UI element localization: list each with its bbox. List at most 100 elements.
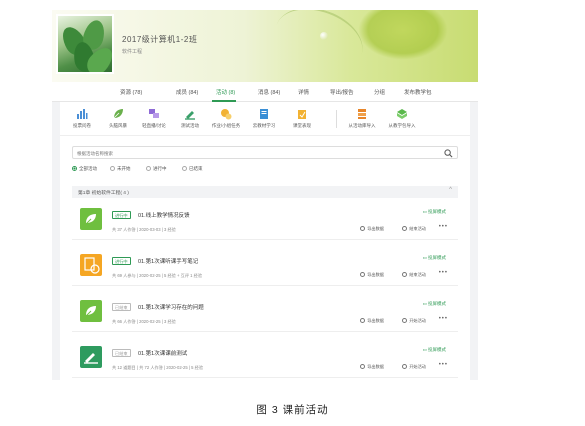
collapse-caret-icon[interactable]: ^ xyxy=(449,187,452,193)
radio-icon xyxy=(182,166,187,171)
chapter-header[interactable]: 第1章 初始软件工程( 4 ) ^ xyxy=(72,186,458,198)
screen-mode-button[interactable]: ▭ 投屏模式 xyxy=(422,255,446,261)
screen-mode-button[interactable]: ▭ 投屏模式 xyxy=(422,209,446,215)
stop-icon xyxy=(402,272,408,277)
screen-mode-label: 投屏模式 xyxy=(428,347,446,352)
activity-meta: 共 37 人作答 | 2020-03-03 | 3 经验 xyxy=(112,227,176,232)
tab-bar: 资源 (78) 成员 (84) 活动 (8) 消息 (84) 详情 导出/报告 … xyxy=(52,82,478,102)
more-options-icon[interactable]: ••• xyxy=(439,316,448,322)
activity-title[interactable]: 01.线上教学情况反馈 xyxy=(138,211,190,219)
tool-label: 云教材学习 xyxy=(252,123,276,128)
tool-label: 课堂表现 xyxy=(293,123,311,128)
activity-card[interactable]: 已结束 01.第1次课学习存在的问题 共 66 人作答 | 2020-02-25… xyxy=(72,294,458,332)
tool-label: 测试活动 xyxy=(181,123,199,128)
brainstorm-icon xyxy=(80,208,102,230)
bar-chart-icon xyxy=(77,109,88,119)
export-icon xyxy=(360,226,366,231)
search-bar xyxy=(72,146,458,159)
app-frame: 2017级计算机1-2班 软件工程 资源 (78) 成员 (84) 活动 (8)… xyxy=(52,10,478,380)
activity-panel: 投票问卷 头脑风暴 轻直播/讨论 测试活动 作业/小组任务 云教材学习 课堂表现… xyxy=(60,102,470,380)
filter-ended[interactable]: 已结束 xyxy=(182,166,203,172)
book-icon xyxy=(260,109,268,119)
action-label: 导出数据 xyxy=(367,364,384,369)
screen-mode-button[interactable]: ▭ 投屏模式 xyxy=(422,347,446,353)
start-activity-button[interactable]: 开始活动 xyxy=(402,318,426,324)
activity-card[interactable]: 进行中 01.第1次课听课手写笔记 共 69 人参与 | 2020-02-25 … xyxy=(72,248,458,286)
filter-label: 全部活动 xyxy=(79,166,97,171)
end-activity-button[interactable]: 结束活动 xyxy=(402,272,426,278)
activity-title[interactable]: 01.第1次课听课手写笔记 xyxy=(138,257,198,265)
tool-cloud-textbook[interactable]: 云教材学习 xyxy=(244,108,284,129)
tool-test[interactable]: 测试活动 xyxy=(170,108,210,129)
radio-icon xyxy=(110,166,115,171)
action-label: 开始活动 xyxy=(409,364,426,369)
status-badge: 进行中 xyxy=(112,257,131,265)
search-icon[interactable] xyxy=(444,149,453,158)
filter-label: 已结束 xyxy=(189,166,203,171)
toolbar-divider xyxy=(336,110,337,128)
more-options-icon[interactable]: ••• xyxy=(439,362,448,368)
tab-details[interactable]: 详情 xyxy=(298,88,309,96)
tab-messages[interactable]: 消息 (84) xyxy=(258,88,280,96)
radio-selected-icon xyxy=(72,166,77,171)
export-data-button[interactable]: 导出数据 xyxy=(360,364,384,370)
action-label: 导出数据 xyxy=(367,272,384,277)
start-activity-button[interactable]: 开始活动 xyxy=(402,364,426,370)
filter-in-progress[interactable]: 进行中 xyxy=(146,166,167,172)
play-icon xyxy=(402,364,408,369)
tool-discussion[interactable]: 轻直播/讨论 xyxy=(134,108,174,129)
screen-mode-label: 投屏模式 xyxy=(428,301,446,306)
tool-import-library[interactable]: 从活动库导入 xyxy=(342,108,382,129)
activity-meta: 共 66 人作答 | 2020-02-25 | 3 经验 xyxy=(112,319,176,324)
activity-title[interactable]: 01.第1次课课前测试 xyxy=(138,349,187,357)
action-label: 结束活动 xyxy=(409,226,426,231)
tool-vote-survey[interactable]: 投票问卷 xyxy=(62,108,102,129)
export-data-button[interactable]: 导出数据 xyxy=(360,318,384,324)
activity-title[interactable]: 01.第1次课学习存在的问题 xyxy=(138,303,204,311)
more-options-icon[interactable]: ••• xyxy=(439,270,448,276)
leaf-icon xyxy=(113,109,123,119)
action-label: 结束活动 xyxy=(409,272,426,277)
chapter-title: 第1章 初始软件工程( 4 ) xyxy=(78,191,129,196)
more-options-icon[interactable]: ••• xyxy=(439,224,448,230)
play-icon xyxy=(402,318,408,323)
activity-card[interactable]: 进行中 01.线上教学情况反馈 共 37 人作答 | 2020-03-03 | … xyxy=(72,202,458,240)
tool-label: 作业/小组任务 xyxy=(211,123,241,128)
tab-publish-package[interactable]: 发布教学包 xyxy=(404,88,432,96)
tab-members[interactable]: 成员 (84) xyxy=(176,88,198,96)
export-data-button[interactable]: 导出数据 xyxy=(360,272,384,278)
search-input[interactable] xyxy=(77,149,427,157)
tool-class-performance[interactable]: 课堂表现 xyxy=(282,108,322,129)
screen-mode-button[interactable]: ▭ 投屏模式 xyxy=(422,301,446,307)
action-label: 导出数据 xyxy=(367,226,384,231)
activity-meta: 共 69 人参与 | 2020-02-25 | 5 经验 + 互评 1 经验 xyxy=(112,273,203,278)
library-icon xyxy=(358,109,366,119)
discussion-icon xyxy=(149,109,159,118)
brainstorm-icon xyxy=(80,300,102,322)
filter-all[interactable]: 全部活动 xyxy=(72,166,97,172)
tab-groups[interactable]: 分组 xyxy=(374,88,385,96)
class-title: 2017级计算机1-2班 xyxy=(122,35,198,44)
class-banner: 2017级计算机1-2班 软件工程 xyxy=(52,10,478,82)
export-icon xyxy=(360,318,366,323)
screen-mode-label: 投屏模式 xyxy=(428,209,446,214)
homework-icon xyxy=(80,254,102,276)
tool-homework[interactable]: 作业/小组任务 xyxy=(206,108,246,129)
filter-not-started[interactable]: 未开始 xyxy=(110,166,131,172)
tool-import-package[interactable]: 从教学包导入 xyxy=(382,108,422,129)
tool-label: 轻直播/讨论 xyxy=(142,123,166,128)
tab-resources[interactable]: 资源 (78) xyxy=(120,88,142,96)
tool-label: 从教学包导入 xyxy=(388,123,416,128)
tool-brainstorm[interactable]: 头脑风暴 xyxy=(98,108,138,129)
stop-icon xyxy=(402,226,408,231)
radio-icon xyxy=(146,166,151,171)
tool-label: 头脑风暴 xyxy=(109,123,127,128)
screen-mode-label: 投屏模式 xyxy=(428,255,446,260)
tab-activities[interactable]: 活动 (8) xyxy=(216,88,235,96)
figure-caption: 图 3 课前活动 xyxy=(256,404,329,416)
tab-export-report[interactable]: 导出/报告 xyxy=(330,88,354,96)
end-activity-button[interactable]: 结束活动 xyxy=(402,226,426,232)
export-data-button[interactable]: 导出数据 xyxy=(360,226,384,232)
activity-card[interactable]: 已结束 01.第1次课课前测试 共 12 道题目 | 共 72 人作答 | 20… xyxy=(72,340,458,378)
activity-toolbar: 投票问卷 头脑风暴 轻直播/讨论 测试活动 作业/小组任务 云教材学习 课堂表现… xyxy=(60,102,470,136)
